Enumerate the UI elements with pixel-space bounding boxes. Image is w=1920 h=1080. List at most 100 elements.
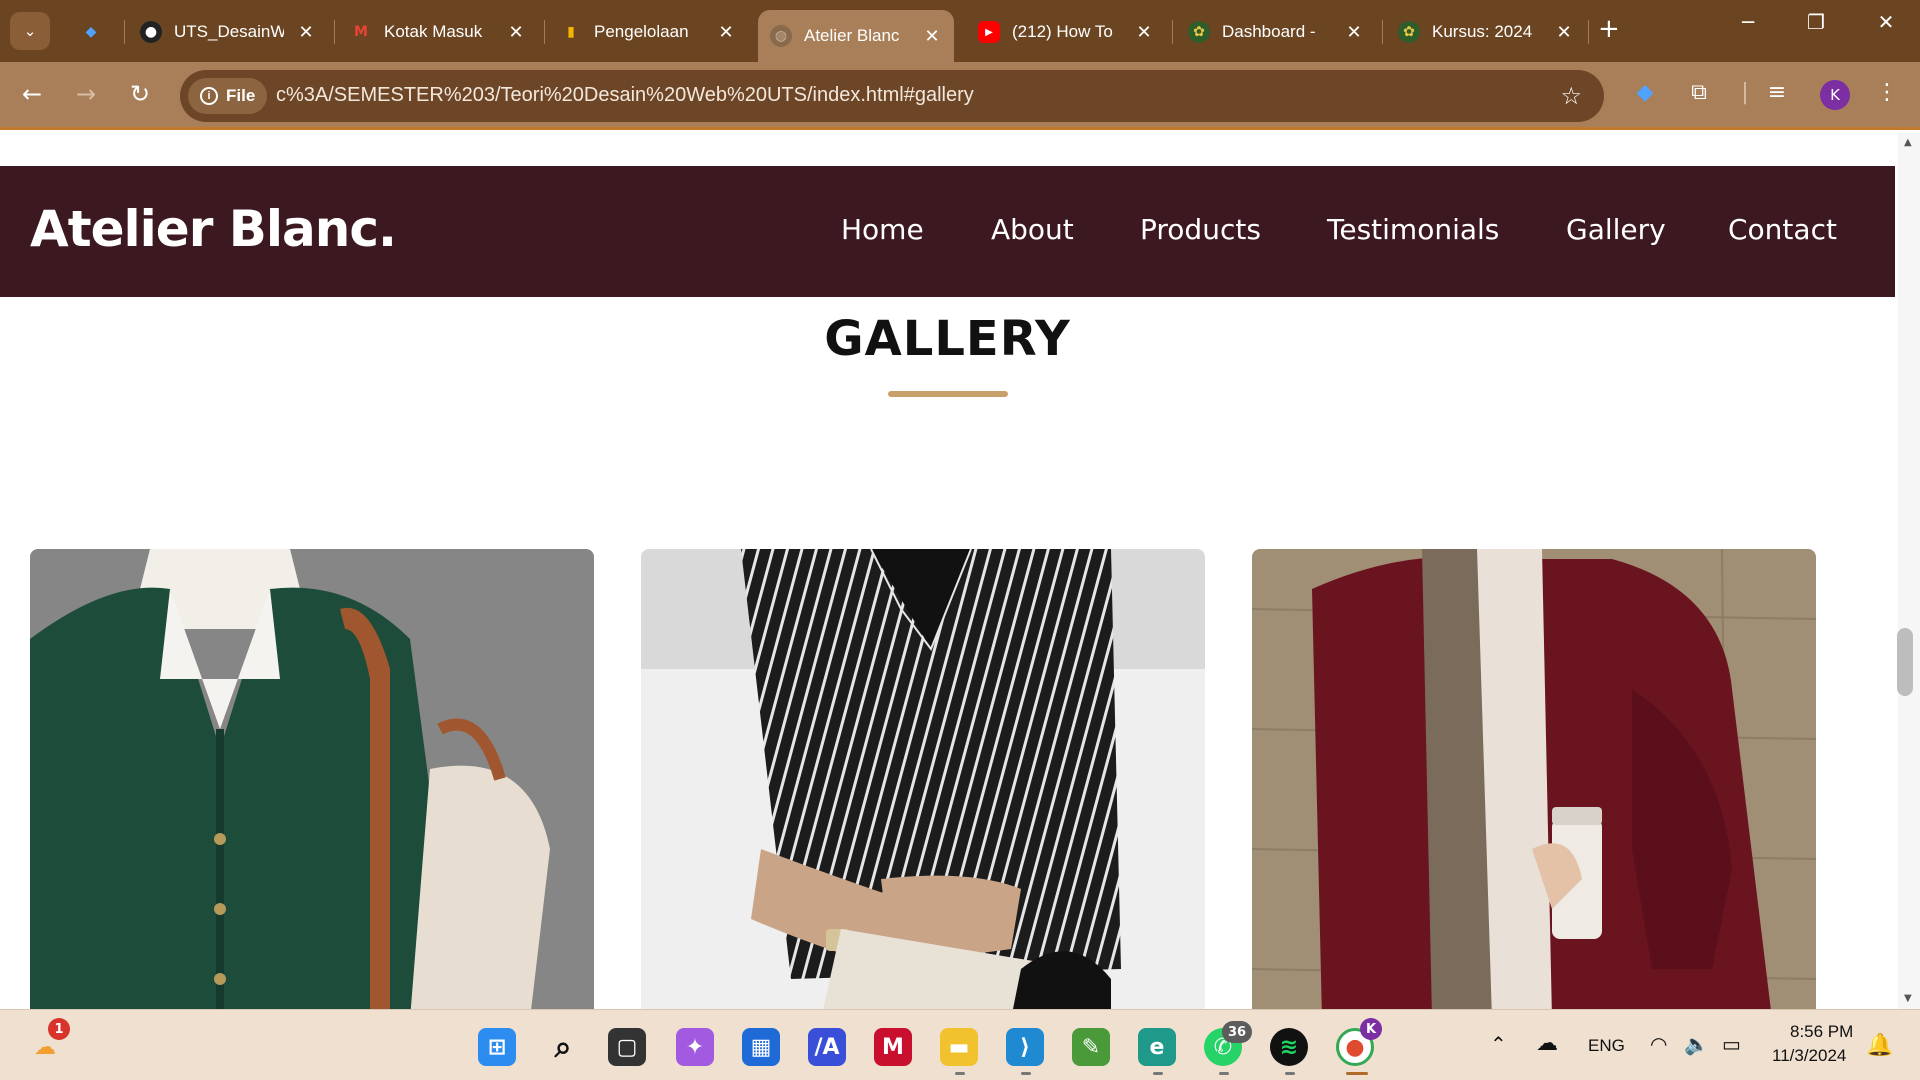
- tab-pinned-gem[interactable]: ◆: [68, 10, 118, 54]
- tab-search-button[interactable]: ⌄: [10, 12, 50, 50]
- close-icon[interactable]: ✕: [506, 22, 526, 43]
- gallery-image-striped-shirt[interactable]: [641, 549, 1205, 1009]
- vscode-icon[interactable]: ⟩: [1006, 1028, 1044, 1066]
- battery-icon[interactable]: ▭: [1722, 1032, 1741, 1057]
- close-icon[interactable]: ✕: [716, 22, 736, 43]
- moodle-icon: ✿: [1188, 21, 1210, 43]
- volume-icon[interactable]: 🔈: [1684, 1032, 1709, 1057]
- active-indicator: [1346, 1072, 1368, 1075]
- search-icon[interactable]: ⌕: [544, 1028, 582, 1066]
- scroll-down-arrow-icon[interactable]: ▼: [1904, 993, 1912, 1004]
- clock-time[interactable]: 8:56 PM: [1790, 1022, 1853, 1042]
- ai-app-icon[interactable]: /A: [808, 1028, 846, 1066]
- browser-tab-strip: ⌄ ◆ ● UTS_DesainW ✕ M Kotak Masuk ✕ ▮ Pe…: [0, 0, 1920, 62]
- globe-icon: ◍: [770, 25, 792, 47]
- scroll-up-arrow-icon[interactable]: ▲: [1904, 137, 1912, 148]
- spotify-icon[interactable]: ≋: [1270, 1028, 1308, 1066]
- extensions-puzzle-icon[interactable]: ⧉: [1682, 80, 1716, 105]
- tab-title: UTS_DesainW: [174, 22, 284, 41]
- gem-extension-icon[interactable]: ◆: [1628, 80, 1662, 105]
- wifi-icon[interactable]: ◠: [1650, 1032, 1667, 1057]
- site-navbar: Atelier Blanc. Home About Products Testi…: [0, 166, 1895, 297]
- nav-link-products[interactable]: Products: [1140, 213, 1261, 246]
- tab-title: Pengelolaan: [594, 22, 689, 41]
- new-tab-plus-icon[interactable]: +: [1598, 14, 1620, 44]
- page-viewport: Atelier Blanc. Home About Products Testi…: [0, 133, 1900, 1009]
- running-indicator: [1219, 1072, 1229, 1075]
- burgundy-cardigan-photo: [1252, 549, 1816, 1009]
- onedrive-cloud-icon[interactable]: ☁: [1536, 1030, 1558, 1056]
- weather-badge: 1: [48, 1018, 70, 1040]
- tab-title: Kursus: 2024: [1432, 22, 1533, 41]
- media-queue-icon[interactable]: ≡: [1760, 80, 1794, 105]
- back-arrow-icon[interactable]: ←: [14, 80, 50, 108]
- browser-toolbar: ← → ↻ i File c%3A/SEMESTER%203/Teori%20D…: [0, 62, 1920, 130]
- scrollbar-thumb[interactable]: [1897, 628, 1913, 696]
- tab-youtube[interactable]: ▶ (212) How To ✕: [966, 10, 1166, 54]
- tab-pengelolaan[interactable]: ▮ Pengelolaan ✕: [548, 10, 748, 54]
- bookmark-star-icon[interactable]: ☆: [1560, 82, 1582, 110]
- nav-link-home[interactable]: Home: [841, 213, 924, 246]
- tab-separator: [124, 20, 125, 44]
- close-icon[interactable]: ✕: [1134, 22, 1154, 43]
- green-cardigan-photo: [30, 549, 594, 1009]
- mcafee-icon[interactable]: M: [874, 1028, 912, 1066]
- tab-title: Atelier Blanc: [804, 26, 900, 45]
- gem-icon: ◆: [85, 24, 97, 40]
- clock-date[interactable]: 11/3/2024: [1772, 1046, 1846, 1066]
- reload-icon[interactable]: ↻: [122, 80, 158, 108]
- tab-atelier-blanc[interactable]: ◍ Atelier Blanc ✕: [758, 10, 954, 62]
- chevron-down-icon: ⌄: [23, 22, 37, 40]
- gallery-image-burgundy-cardigan[interactable]: [1252, 549, 1816, 1009]
- copilot-icon[interactable]: ✦: [676, 1028, 714, 1066]
- windows-start-icon[interactable]: ⊞: [478, 1028, 516, 1066]
- address-bar[interactable]: i File c%3A/SEMESTER%203/Teori%20Desain%…: [180, 70, 1604, 122]
- microsoft-store-icon[interactable]: ▦: [742, 1028, 780, 1066]
- notepad-plus-icon[interactable]: ✎: [1072, 1028, 1110, 1066]
- tab-separator: [544, 20, 545, 44]
- youtube-icon: ▶: [978, 21, 1000, 43]
- gallery-image-green-cardigan[interactable]: [30, 549, 594, 1009]
- github-icon: ●: [140, 21, 162, 43]
- moodle-icon: ✿: [1398, 21, 1420, 43]
- language-indicator[interactable]: ENG: [1588, 1036, 1625, 1056]
- running-indicator: [1021, 1072, 1031, 1075]
- tab-title: Kotak Masuk: [384, 22, 483, 41]
- notification-bell-icon[interactable]: 🔔: [1866, 1032, 1893, 1058]
- file-explorer-icon[interactable]: ▬: [940, 1028, 978, 1066]
- gallery-heading: GALLERY: [824, 311, 1071, 367]
- chevron-up-icon[interactable]: ⌃: [1490, 1032, 1507, 1057]
- nav-link-contact[interactable]: Contact: [1728, 213, 1837, 246]
- page-scrollbar[interactable]: [1898, 133, 1920, 1009]
- close-icon[interactable]: ✕: [1554, 22, 1574, 43]
- heading-underline: [888, 391, 1008, 397]
- nav-link-testimonials[interactable]: Testimonials: [1327, 213, 1499, 246]
- info-icon: i: [200, 87, 218, 105]
- edge-icon[interactable]: e: [1138, 1028, 1176, 1066]
- site-info-chip[interactable]: i File: [188, 78, 268, 114]
- site-logo[interactable]: Atelier Blanc.: [30, 200, 397, 258]
- tab-title: (212) How To: [1012, 22, 1113, 41]
- nav-link-gallery[interactable]: Gallery: [1566, 213, 1666, 246]
- tab-dashboard[interactable]: ✿ Dashboard - ✕: [1176, 10, 1376, 54]
- gmail-icon: M: [354, 24, 368, 40]
- minimize-icon[interactable]: ─: [1728, 10, 1768, 34]
- close-icon[interactable]: ✕: [296, 22, 316, 43]
- kebab-menu-icon[interactable]: ⋮: [1870, 80, 1904, 105]
- close-icon[interactable]: ✕: [1344, 22, 1364, 43]
- task-view-icon[interactable]: ▢: [608, 1028, 646, 1066]
- forward-arrow-icon[interactable]: →: [68, 80, 104, 108]
- tab-title: Dashboard -: [1222, 22, 1316, 41]
- tab-kotak-masuk[interactable]: M Kotak Masuk ✕: [338, 10, 538, 54]
- window-close-icon[interactable]: ✕: [1866, 10, 1906, 34]
- analytics-icon: ▮: [567, 24, 575, 40]
- tab-separator: [334, 20, 335, 44]
- profile-avatar[interactable]: K: [1820, 80, 1850, 110]
- url-text[interactable]: c%3A/SEMESTER%203/Teori%20Desain%20Web%2…: [276, 84, 974, 107]
- running-indicator: [1285, 1072, 1295, 1075]
- nav-link-about[interactable]: About: [991, 213, 1074, 246]
- tab-uts-desain[interactable]: ● UTS_DesainW ✕: [128, 10, 328, 54]
- restore-icon[interactable]: ❐: [1796, 10, 1836, 34]
- tab-kursus[interactable]: ✿ Kursus: 2024 ✕: [1386, 10, 1586, 54]
- close-icon[interactable]: ✕: [922, 26, 942, 47]
